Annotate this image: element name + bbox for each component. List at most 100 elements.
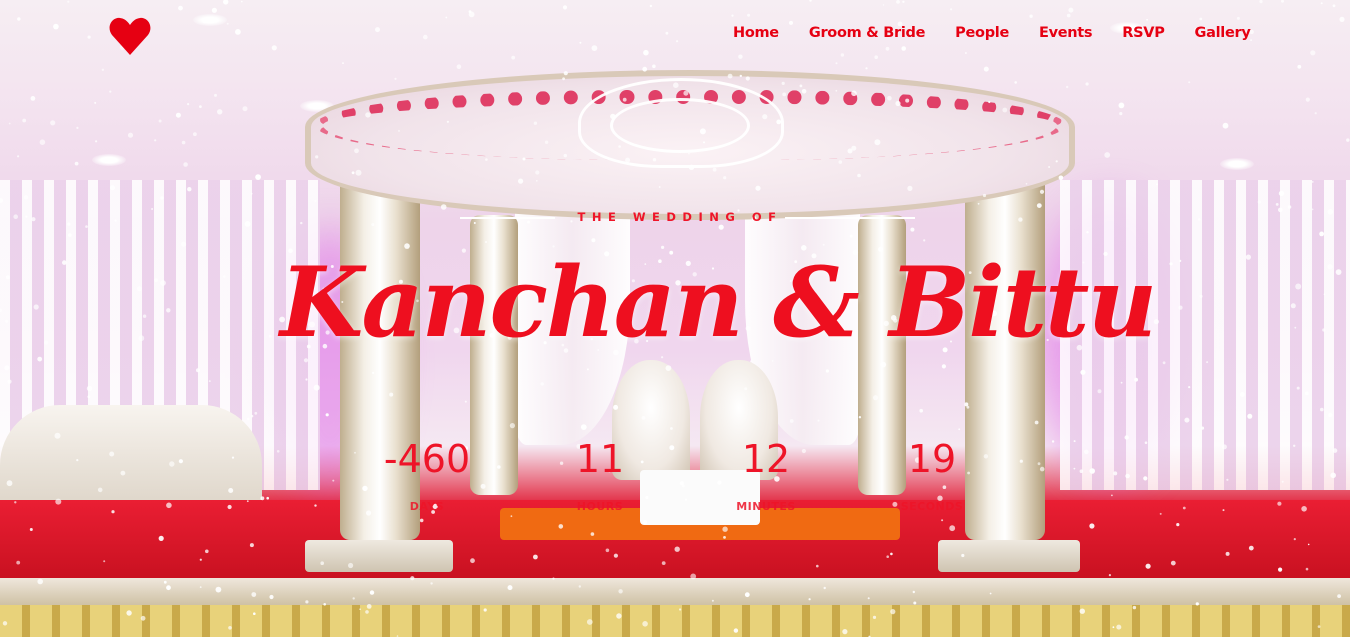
snow-dot [235, 29, 241, 35]
snow-dot [76, 126, 79, 129]
countdown-label: HOURS [576, 500, 624, 513]
snow-dot [1259, 0, 1263, 4]
countdown-value: 19 [907, 437, 957, 481]
snow-dot [375, 27, 380, 33]
snow-dot [874, 55, 878, 59]
snow-dot [950, 8, 953, 11]
snow-dot [649, 4, 653, 8]
snow-dot [511, 55, 516, 60]
snow-dot [1297, 64, 1302, 69]
snow-dot [958, 428, 961, 431]
countdown-value: 12 [741, 437, 791, 481]
snow-dot [17, 155, 20, 158]
snow-dot [896, 0, 900, 4]
snow-dot [95, 140, 98, 143]
snow-dot [109, 90, 112, 93]
pillar-base [305, 540, 453, 572]
snow-dot [445, 16, 448, 19]
nav-people[interactable]: People [940, 23, 1024, 43]
snow-dot [1188, 81, 1191, 84]
countdown-label: DAYS [409, 500, 445, 513]
main-nav: Home Groom & Bride People Events RSVP Ga… [718, 23, 1266, 43]
snow-dot [1118, 102, 1125, 109]
snow-dot [1066, 13, 1071, 18]
countdown-seconds: 19 SECONDS [857, 436, 1007, 513]
snow-dot [67, 0, 70, 3]
snow-dot [731, 14, 734, 17]
wedding-eyebrow: THE WEDDING OF [577, 210, 783, 224]
snow-dot [1199, 17, 1203, 21]
countdown-value: 11 [575, 437, 625, 481]
nav-gallery[interactable]: Gallery [1180, 23, 1266, 43]
canopy-ornament [610, 98, 750, 153]
snow-dot [919, 408, 923, 413]
snow-dot [1085, 82, 1089, 86]
couple-names: Kanchan & Bittu [280, 246, 1157, 359]
heart-icon[interactable] [108, 15, 152, 59]
eyebrow-divider [785, 217, 915, 219]
snow-dot [652, 64, 656, 69]
snow-dot [1236, 16, 1240, 20]
countdown-label: SECONDS [900, 500, 964, 513]
snow-dot [211, 7, 217, 13]
snow-dot [882, 4, 885, 6]
snow-dot [271, 45, 277, 51]
snow-dot [676, 40, 679, 43]
countdown-hours: 11 HOURS [525, 436, 675, 513]
snow-dot [562, 5, 568, 10]
snow-dot [718, 224, 724, 230]
snow-dot [1111, 494, 1113, 497]
snow-dot [181, 140, 186, 145]
nav-groom-bride[interactable]: Groom & Bride [794, 23, 940, 43]
snow-dot [39, 139, 46, 145]
snow-dot [456, 64, 462, 69]
snow-dot [50, 120, 56, 126]
snow-dot [1339, 16, 1345, 22]
snow-dot [342, 62, 344, 64]
snow-dot [127, 132, 134, 138]
snow-dot [1281, 0, 1284, 3]
snow-dot [1119, 112, 1123, 116]
snow-dot [158, 119, 162, 123]
snow-dot [8, 122, 11, 125]
snow-dot [738, 54, 743, 59]
snow-dot [1104, 152, 1111, 158]
snow-dot [101, 68, 105, 72]
snow-dot [223, 0, 229, 5]
countdown-label: MINUTES [736, 500, 796, 513]
snow-dot [17, 17, 21, 21]
countdown-minutes: 12 MINUTES [691, 436, 841, 513]
snow-dot [1314, 112, 1317, 115]
snow-dot [1014, 81, 1017, 84]
snow-dot [53, 23, 59, 30]
snow-dot [665, 31, 669, 35]
snow-dot [1310, 50, 1316, 56]
nav-events[interactable]: Events [1024, 23, 1107, 43]
snow-dot [94, 101, 97, 104]
sofa [0, 405, 262, 515]
snow-dot [183, 162, 188, 167]
snow-dot [187, 103, 190, 106]
snow-dot [74, 161, 79, 166]
snow-dot [1346, 138, 1350, 142]
ceiling-light [1220, 158, 1254, 170]
ceiling-light [193, 14, 227, 26]
countdown-value: -460 [383, 437, 471, 481]
snow-dot [468, 10, 472, 14]
snow-dot [910, 227, 915, 232]
snow-dot [1068, 7, 1074, 13]
snow-dot [175, 112, 181, 118]
snow-dot [1146, 18, 1148, 21]
snow-dot [199, 105, 202, 108]
snow-dot [22, 118, 27, 123]
nav-home[interactable]: Home [718, 23, 794, 43]
snow-dot [1051, 440, 1055, 443]
eyebrow-divider [460, 217, 555, 219]
snow-dot [178, 5, 183, 11]
snow-dot [983, 66, 989, 72]
nav-rsvp[interactable]: RSVP [1107, 23, 1179, 43]
snow-dot [643, 49, 649, 56]
snow-dot [154, 139, 157, 142]
snow-dot [423, 34, 428, 40]
snow-dot [840, 53, 845, 57]
